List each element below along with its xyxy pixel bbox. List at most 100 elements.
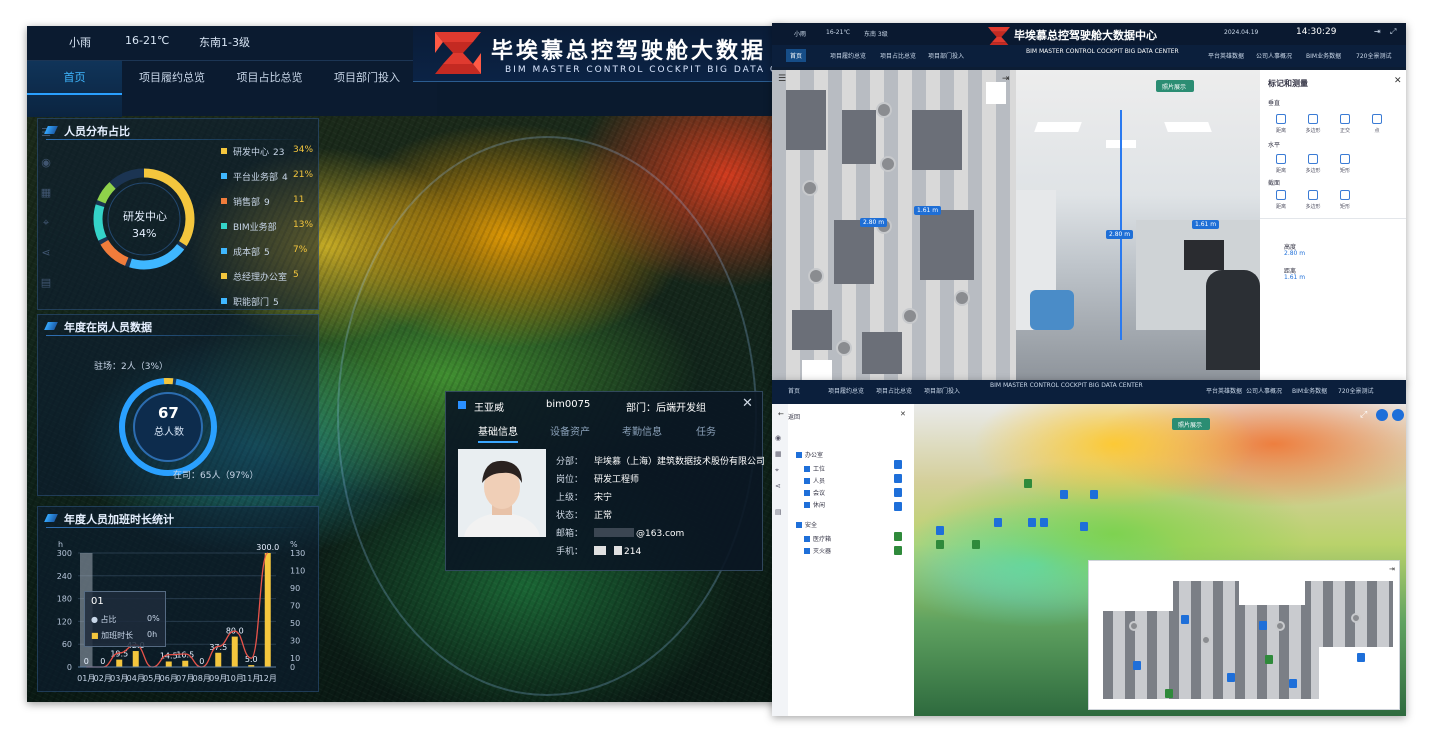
y-right-axis-unit: % — [290, 540, 298, 549]
tool-polygon[interactable]: 多边形 — [1300, 154, 1326, 174]
tab-department-input[interactable]: 项目部门投入 — [924, 386, 960, 395]
info-row-email: 邮箱： @163.com — [556, 528, 685, 539]
person-marker[interactable] — [1040, 518, 1048, 527]
measure-panel: 标记和测量 ✕ 垂直 距离 多边形 正交 点 水平 距离 多边形 矩形 截面 距… — [1260, 70, 1406, 383]
bar-value-label: 5.0 — [245, 655, 258, 664]
floor-measure-tag[interactable]: 2.80 m — [860, 218, 888, 227]
photo-tag[interactable]: 照片展示 — [1178, 420, 1202, 429]
layer-extinguisher[interactable]: 灭火器 — [804, 546, 831, 555]
bar-value-label: 300.0 — [256, 543, 279, 552]
tab-home[interactable]: 首页 — [788, 386, 800, 395]
exit-icon[interactable]: ⇥ — [1374, 27, 1381, 36]
photo-measure-tag[interactable]: 1.61 m — [1192, 220, 1220, 229]
tab-department-input[interactable]: 项目部门投入 — [928, 51, 964, 60]
layer-leisure[interactable]: 休闲 — [804, 500, 825, 509]
section-vertical: 垂直 — [1268, 100, 1281, 107]
tab-equipment[interactable]: 设备资产 — [550, 423, 590, 438]
extinguisher-marker[interactable] — [972, 540, 980, 549]
tab-720-panorama[interactable]: 720全景测试 — [1356, 51, 1391, 60]
tab-contract-overview[interactable]: 项目履约总览 — [828, 386, 864, 395]
layer-meeting[interactable]: 会议 — [804, 488, 825, 497]
person-marker[interactable] — [1080, 522, 1088, 531]
scene-window: 首页 项目履约总览 项目占比总览 项目部门投入 BIM MASTER CONTR… — [772, 380, 1406, 716]
grid-icon[interactable]: ▦ — [775, 450, 782, 458]
tool-distance[interactable]: 距离 — [1268, 114, 1294, 134]
card-tabs: 基础信息 设备资产 考勤信息 任务 — [446, 420, 764, 443]
tab-home[interactable]: 首页 — [786, 49, 807, 62]
expand-icon[interactable]: ⤢ — [1360, 410, 1367, 420]
tool-rectangle[interactable]: 矩形 — [1332, 154, 1358, 174]
layer-first-aid[interactable]: 医疗箱 — [804, 534, 831, 543]
tab-proportion-overview[interactable]: 项目占比总览 — [222, 61, 317, 117]
tab-hr-overview[interactable]: 公司人事概况 — [1256, 51, 1292, 60]
tool-polygon[interactable]: 多边形 — [1300, 190, 1326, 210]
weather-wind: 东南 3级 — [864, 31, 888, 38]
close-icon[interactable]: ✕ — [900, 410, 906, 418]
person-icon — [894, 474, 902, 483]
tab-contract-overview[interactable]: 项目履约总览 — [122, 61, 222, 117]
exit-icon[interactable]: ⇥ — [1389, 565, 1395, 573]
menu-icon[interactable]: ☰ — [778, 74, 786, 84]
back-label[interactable]: 返回 — [788, 412, 800, 421]
panel-divider — [46, 139, 310, 140]
floor-plan-view[interactable]: 2.80 m 1.61 m ☰ ⇥ — [772, 70, 1016, 383]
layer-toolbar: ◉ ▦ ⌖ ⋖ ▤ — [772, 404, 788, 716]
tab-platform-data[interactable]: 平台英雄数据 — [1206, 386, 1242, 395]
window-title: 毕埃慕总控驾驶舱大数据中心 — [1014, 29, 1157, 42]
legend-item: 平台业务部 4 21% — [221, 170, 313, 195]
location-icon[interactable]: ⌖ — [775, 466, 779, 475]
first-aid-marker[interactable] — [1024, 479, 1032, 488]
meeting-marker[interactable] — [936, 526, 944, 535]
exit-icon[interactable]: ⇥ — [1002, 74, 1010, 84]
fullscreen-icon[interactable]: ⤢ — [1390, 27, 1396, 37]
tab-department-input[interactable]: 项目部门投入 — [317, 61, 417, 117]
tool-distance[interactable]: 距离 — [1268, 154, 1294, 174]
tool-point[interactable]: 点 — [1364, 114, 1390, 134]
tab-bim-data[interactable]: BIM业务数据 — [1306, 51, 1341, 60]
tool-orthogonal[interactable]: 正交 — [1332, 114, 1358, 134]
user-icon[interactable] — [1392, 409, 1404, 421]
tab-bim-data[interactable]: BIM业务数据 — [1292, 386, 1327, 395]
tab-hr-overview[interactable]: 公司人事概况 — [1246, 386, 1282, 395]
tab-home[interactable]: 首页 — [27, 61, 122, 117]
tab-basic-info[interactable]: 基础信息 — [478, 423, 518, 443]
eye-icon[interactable]: ◉ — [775, 434, 781, 442]
back-arrow-icon[interactable]: ← — [778, 410, 784, 418]
share-icon[interactable]: ⋖ — [775, 482, 781, 490]
tool-distance[interactable]: 距离 — [1268, 190, 1294, 210]
minimap[interactable]: ⇥ — [1088, 560, 1400, 710]
panorama-photo-view[interactable]: 照片展示 2.80 m 1.61 m — [1016, 70, 1260, 383]
clock: 14:30:29 — [1296, 27, 1337, 37]
tab-attendance[interactable]: 考勤信息 — [622, 423, 662, 438]
tab-platform-data[interactable]: 平台英雄数据 — [1208, 51, 1244, 60]
x-tick-label: 10月 — [226, 674, 244, 683]
layers-icon[interactable]: ▤ — [775, 508, 782, 516]
floor-measure-tag[interactable]: 1.61 m — [914, 206, 942, 215]
tab-proportion-overview[interactable]: 项目占比总览 — [876, 386, 912, 395]
tab-contract-overview[interactable]: 项目履约总览 — [830, 51, 866, 60]
layer-office[interactable]: 办公室 — [796, 450, 823, 459]
layer-workstation[interactable]: 工位 — [804, 464, 825, 473]
layer-safety[interactable]: 安全 — [796, 520, 817, 529]
tab-tasks[interactable]: 任务 — [696, 423, 716, 438]
photo-tag[interactable]: 照片展示 — [1162, 82, 1186, 91]
close-icon[interactable]: ✕ — [1394, 76, 1402, 86]
info-row-phone: 手机： 214 — [556, 546, 642, 557]
point-cloud-view[interactable]: 照片展示 ⤢ ⇥ — [914, 404, 1406, 716]
tab-proportion-overview[interactable]: 项目占比总览 — [880, 51, 916, 60]
tab-720-panorama[interactable]: 720全景测试 — [1338, 386, 1373, 395]
meeting-marker[interactable] — [1060, 490, 1068, 499]
meeting-marker[interactable] — [1090, 490, 1098, 499]
close-icon[interactable]: ✕ — [742, 396, 753, 411]
tool-rectangle[interactable]: 矩形 — [1332, 190, 1358, 210]
layer-people[interactable]: 人员 — [804, 476, 825, 485]
main-nav: 首页 项目履约总览 项目占比总览 项目部门投入 — [27, 60, 437, 117]
info-row-branch: 分部： 毕埃慕（上海）建筑数据技术股份有限公司 — [556, 457, 766, 467]
tool-polygon[interactable]: 多边形 — [1300, 114, 1326, 134]
globe-icon[interactable] — [1376, 409, 1388, 421]
extinguisher-marker[interactable] — [936, 540, 944, 549]
photo-measure-tag[interactable]: 2.80 m — [1106, 230, 1134, 239]
person-marker[interactable] — [1028, 518, 1036, 527]
person-marker[interactable] — [994, 518, 1002, 527]
measure-window: 小雨 16-21℃ 东南 3级 毕埃慕总控驾驶舱大数据中心 2024.04.19… — [772, 23, 1406, 383]
